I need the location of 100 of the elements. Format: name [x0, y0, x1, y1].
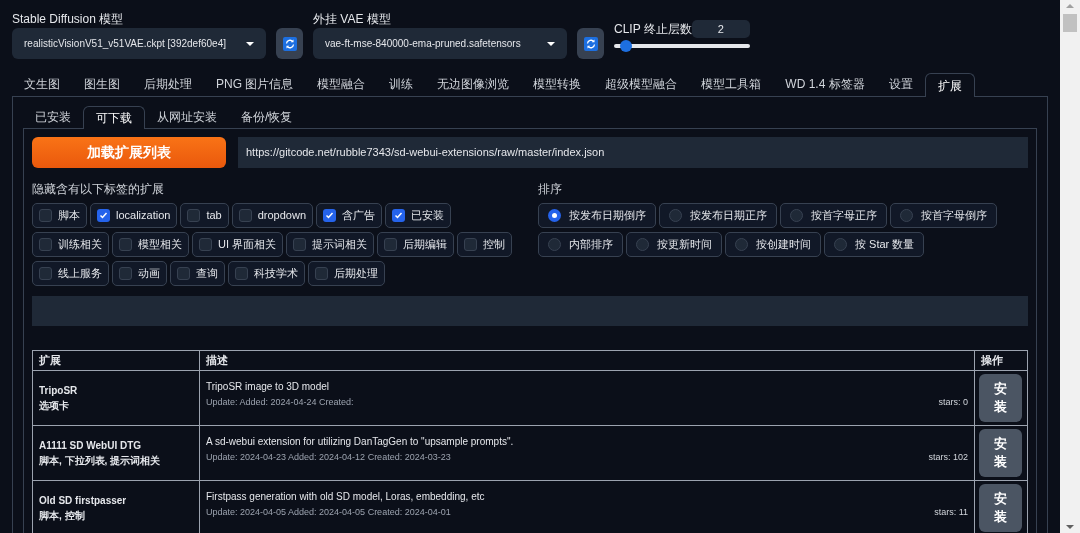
tab[interactable]: PNG 图片信息	[204, 72, 306, 96]
tag-checkbox[interactable]: UI 界面相关	[192, 232, 284, 257]
tab[interactable]: 图生图	[72, 72, 132, 96]
column-header: 操作	[974, 350, 1028, 371]
install-button[interactable]: 安装	[979, 484, 1022, 532]
tag-checkbox[interactable]: 动画	[112, 261, 167, 286]
radio-button[interactable]	[548, 209, 561, 222]
checkbox[interactable]	[187, 209, 201, 222]
extension-description: A sd-webui extension for utilizing DanTagGen to "upsample prompts".	[206, 435, 515, 449]
radio-button[interactable]	[548, 238, 561, 251]
tab[interactable]: 模型工具箱	[689, 72, 774, 96]
sort-radio[interactable]: 按发布日期倒序	[538, 203, 656, 228]
model-dropdown[interactable]: realisticVisionV51_v51VAE.ckpt [392def60e4]	[12, 28, 266, 59]
checkbox[interactable]	[238, 209, 252, 222]
checkbox[interactable]	[119, 238, 132, 251]
scrollbar-thumb[interactable]	[1063, 14, 1077, 32]
tab[interactable]: 超级模型融合	[593, 72, 690, 96]
tab[interactable]: 设置	[876, 72, 925, 96]
refresh-icon	[583, 36, 598, 51]
tab[interactable]: 文生图	[12, 72, 72, 96]
tag-checkbox[interactable]: 控制	[457, 232, 513, 257]
sub-tab[interactable]: 已安装	[23, 105, 83, 128]
select-label: Stable Diffusion 模型	[12, 11, 125, 26]
tag-checkbox[interactable]: localization	[90, 203, 178, 228]
slider-thumb[interactable]	[620, 40, 633, 52]
checkbox[interactable]	[97, 209, 110, 222]
checkbox[interactable]	[315, 267, 328, 280]
column-header: 描述	[199, 350, 975, 371]
checkbox[interactable]	[392, 209, 406, 222]
checkbox[interactable]	[39, 209, 52, 222]
sort-radio[interactable]: 内部排序	[538, 232, 623, 257]
radio-button[interactable]	[900, 209, 913, 222]
extension-tags: 选项卡	[39, 398, 193, 413]
sub-tab[interactable]: 从网址安装	[145, 105, 229, 128]
url-field[interactable]: https://gitcode.net/rubble7343/sd-webui-extensions/raw/master/index.json	[238, 137, 1028, 168]
number-field[interactable]: 2	[691, 20, 750, 38]
sort-radio[interactable]: 按发布日期正序	[659, 203, 777, 228]
tab[interactable]: 模型转换	[521, 72, 594, 96]
tag-checkbox[interactable]: dropdown	[231, 203, 314, 228]
radio-button[interactable]	[790, 209, 803, 222]
tab[interactable]: 后期处理	[132, 72, 204, 96]
sub-tab[interactable]: 备份/恢复	[229, 105, 305, 128]
extension-dates: Update: Added: 2024-04-24 Created:	[206, 396, 354, 409]
checkbox[interactable]	[384, 238, 398, 251]
extension-name: Old SD firstpasser	[39, 494, 128, 508]
tag-checkbox[interactable]: 科技学术	[228, 261, 305, 286]
tag-checkbox[interactable]: 线上服务	[32, 261, 109, 286]
sort-radio[interactable]: 按更新时间	[626, 232, 722, 257]
checkbox[interactable]	[464, 238, 478, 251]
sub-tab[interactable]: 可下载	[83, 106, 145, 129]
extension-dates: Update: 2024-04-05 Added: 2024-04-05 Created: 2024-04-01	[206, 506, 451, 519]
sort-label: 排序	[538, 181, 563, 198]
radio-button[interactable]	[834, 238, 847, 251]
checkbox[interactable]	[119, 267, 132, 280]
sort-radio[interactable]: 按创建时间	[725, 232, 821, 257]
star-count: stars: 102	[928, 451, 968, 464]
sort-radio[interactable]: 按首字母正序	[780, 203, 887, 228]
tag-checkbox[interactable]: tab	[180, 203, 229, 228]
radio-button[interactable]	[669, 209, 682, 222]
model-dropdown[interactable]: vae-ft-mse-840000-ema-pruned.safetensors	[313, 28, 567, 59]
tag-checkbox[interactable]: 模型相关	[112, 232, 189, 257]
star-count: stars: 11	[934, 506, 968, 519]
checkbox[interactable]	[177, 267, 190, 280]
refresh-button[interactable]	[577, 28, 604, 59]
select-label: 外挂 VAE 模型	[313, 11, 392, 26]
tag-checkbox[interactable]: 含广告	[316, 203, 383, 228]
tag-checkbox[interactable]: 训练相关	[32, 232, 109, 257]
checkbox[interactable]	[39, 267, 52, 280]
refresh-button[interactable]	[276, 28, 303, 59]
scroll-down-icon[interactable]	[1066, 525, 1074, 529]
sort-radio[interactable]: 按首字母倒序	[890, 203, 997, 228]
text-area[interactable]	[32, 296, 1028, 326]
scrollbar[interactable]	[1060, 0, 1080, 533]
tag-checkbox[interactable]: 脚本	[32, 203, 87, 228]
tab[interactable]: 扩展	[924, 73, 975, 97]
hide-tags-label: 隐藏含有以下标签的扩展	[32, 181, 165, 198]
extension-dates: Update: 2024-04-23 Added: 2024-04-12 Created: 2024-03-23	[206, 451, 451, 464]
checkbox[interactable]	[235, 267, 248, 280]
check-icon	[394, 211, 404, 220]
tab[interactable]: WD 1.4 标签器	[773, 72, 877, 96]
tag-checkbox[interactable]: 已安装	[385, 203, 452, 228]
tab[interactable]: 模型融合	[305, 72, 378, 96]
tag-checkbox[interactable]: 查询	[170, 261, 225, 286]
radio-button[interactable]	[636, 238, 649, 251]
install-button[interactable]: 安装	[979, 429, 1022, 477]
extension-tags: 脚本, 下拉列表, 提示词相关	[39, 453, 193, 468]
tag-checkbox[interactable]: 后期处理	[308, 261, 385, 286]
tab[interactable]: 训练	[377, 72, 426, 96]
scroll-up-icon[interactable]	[1066, 4, 1074, 8]
tag-checkbox[interactable]: 提示词相关	[286, 232, 375, 257]
checkbox[interactable]	[293, 238, 307, 251]
checkbox[interactable]	[199, 238, 212, 251]
tag-checkbox[interactable]: 后期编辑	[377, 232, 455, 257]
radio-button[interactable]	[735, 238, 748, 251]
tab[interactable]: 无边图像浏览	[425, 72, 522, 96]
extension-tags: 脚本, 控制	[39, 508, 193, 523]
checkbox[interactable]	[39, 238, 52, 251]
install-button[interactable]: 安装	[979, 374, 1022, 422]
sort-radio[interactable]: 按 Star 数量	[824, 232, 925, 257]
checkbox[interactable]	[323, 209, 337, 222]
